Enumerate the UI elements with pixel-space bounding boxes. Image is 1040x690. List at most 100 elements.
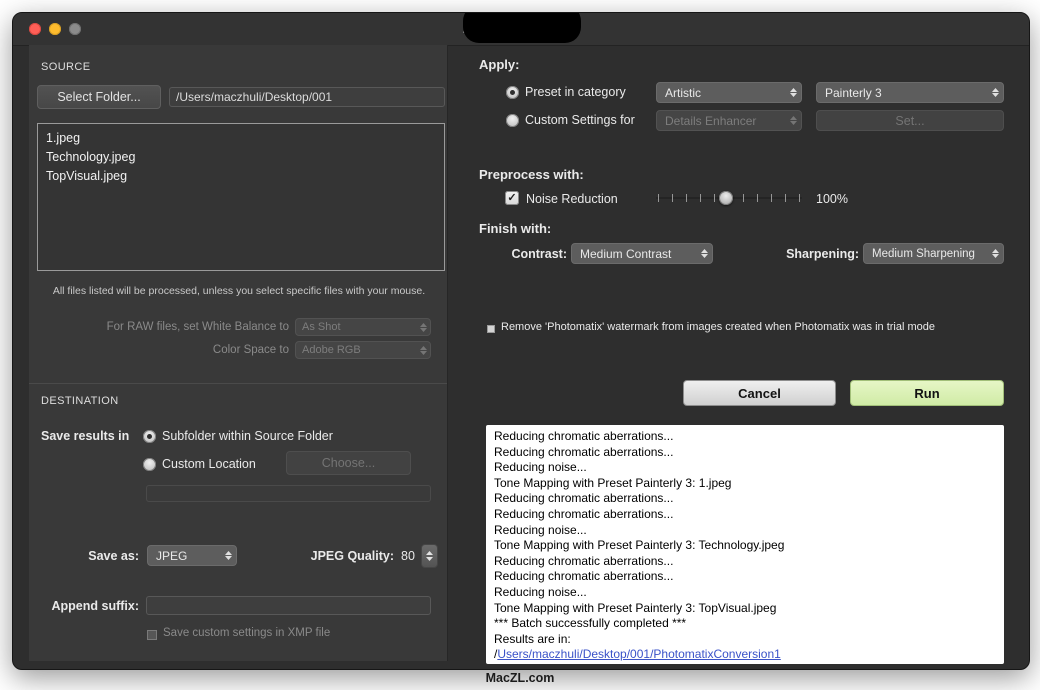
sharpening-value: Medium Sharpening	[872, 248, 975, 260]
noise-reduction-value: 100%	[816, 192, 848, 206]
preprocess-heading: Preprocess with:	[479, 167, 584, 182]
custom-location-radio-label[interactable]: Custom Location	[162, 457, 256, 471]
log-line: Reducing chromatic aberrations...	[494, 569, 996, 585]
jpeg-quality-label: JPEG Quality:	[259, 549, 394, 563]
log-line: Reducing chromatic aberrations...	[494, 429, 996, 445]
raw-white-balance-value: As Shot	[302, 321, 341, 333]
log-output[interactable]: Reducing chromatic aberrations...Reducin…	[486, 425, 1004, 664]
sharpening-select[interactable]: Medium Sharpening	[863, 243, 1004, 264]
noise-reduction-label[interactable]: Noise Reduction	[526, 192, 618, 206]
custom-settings-radio[interactable]	[506, 114, 519, 127]
choose-location-button: Choose...	[286, 451, 411, 475]
slider-tick	[658, 194, 659, 202]
preset-name-select[interactable]: Painterly 3	[816, 82, 1004, 103]
log-line: Reducing chromatic aberrations...	[494, 491, 996, 507]
custom-location-radio[interactable]	[143, 458, 156, 471]
log-line: Tone Mapping with Preset Painterly 3: 1.…	[494, 476, 996, 492]
chevron-up-down-icon	[790, 116, 797, 125]
preset-in-category-label[interactable]: Preset in category	[525, 85, 626, 99]
page: Batch Single Photos SOURCE Select Folder…	[0, 0, 1040, 690]
contrast-label: Contrast:	[473, 247, 567, 261]
file-list-item[interactable]: TopVisual.jpeg	[46, 167, 436, 186]
save-as-value: JPEG	[156, 549, 187, 563]
slider-thumb[interactable]	[719, 191, 733, 205]
save-as-select[interactable]: JPEG	[147, 545, 237, 566]
log-line: *** Batch successfully completed ***	[494, 616, 996, 632]
color-space-value: Adobe RGB	[302, 344, 361, 356]
xmp-checkbox	[147, 630, 157, 640]
raw-white-balance-select: As Shot	[295, 318, 431, 336]
slider-tick	[799, 194, 800, 202]
custom-settings-label[interactable]: Custom Settings for	[525, 113, 635, 127]
color-space-label: Color Space to	[37, 344, 289, 356]
xmp-checkbox-label: Save custom settings in XMP file	[163, 627, 330, 639]
preset-name-value: Painterly 3	[825, 86, 882, 100]
slider-tick	[686, 194, 687, 202]
slider-tick	[700, 194, 701, 202]
remove-watermark-checkbox[interactable]	[487, 325, 495, 333]
left-panel: SOURCE Select Folder... /Users/maczhuli/…	[29, 45, 448, 661]
custom-method-value: Details Enhancer	[665, 114, 756, 128]
remove-watermark-label[interactable]: Remove 'Photomatix' watermark from image…	[501, 321, 935, 333]
sharpening-label: Sharpening:	[769, 247, 859, 261]
apply-heading: Apply:	[479, 57, 519, 72]
source-folder-path-field[interactable]: /Users/maczhuli/Desktop/001	[169, 87, 445, 107]
log-line: Tone Mapping with Preset Painterly 3: Te…	[494, 538, 996, 554]
log-line: Reducing chromatic aberrations...	[494, 507, 996, 523]
destination-heading: DESTINATION	[41, 395, 119, 407]
source-heading: SOURCE	[41, 61, 90, 73]
chevron-up-down-icon	[420, 323, 427, 332]
chevron-up-down-icon	[420, 346, 427, 355]
finish-heading: Finish with:	[479, 221, 551, 236]
jpeg-quality-stepper[interactable]	[421, 544, 438, 568]
color-space-select: Adobe RGB	[295, 341, 431, 359]
save-results-label: Save results in	[41, 429, 129, 443]
log-line: Reducing noise...	[494, 460, 996, 476]
noise-reduction-checkbox[interactable]: ✓	[505, 191, 519, 205]
log-line: Tone Mapping with Preset Painterly 3: To…	[494, 601, 996, 617]
preset-category-select[interactable]: Artistic	[656, 82, 802, 103]
log-line: Reducing noise...	[494, 585, 996, 601]
chevron-up-down-icon	[992, 88, 999, 97]
results-folder-link[interactable]: Users/maczhuli/Desktop/001/PhotomatixCon…	[497, 647, 780, 661]
slider-tick	[757, 194, 758, 202]
slider-tick	[785, 194, 786, 202]
custom-method-select: Details Enhancer	[656, 110, 802, 131]
footer-brand: MacZL.com	[0, 671, 1040, 685]
subfolder-radio-label[interactable]: Subfolder within Source Folder	[162, 429, 333, 443]
select-folder-button[interactable]: Select Folder...	[37, 85, 161, 109]
preset-in-category-radio[interactable]	[506, 86, 519, 99]
cancel-button[interactable]: Cancel	[683, 380, 836, 406]
titlebar: Batch Single Photos	[13, 13, 1029, 46]
preset-category-value: Artistic	[665, 86, 701, 100]
file-list-item[interactable]: 1.jpeg	[46, 129, 436, 148]
save-as-label: Save as:	[37, 549, 139, 563]
log-results-line: /Users/maczhuli/Desktop/001/PhotomatixCo…	[494, 647, 996, 663]
noise-reduction-slider[interactable]	[656, 191, 802, 205]
subfolder-radio[interactable]	[143, 430, 156, 443]
slider-tick	[743, 194, 744, 202]
slider-tick	[771, 194, 772, 202]
stepper-down-icon	[426, 557, 433, 561]
contrast-value: Medium Contrast	[580, 247, 671, 261]
app-window: Batch Single Photos SOURCE Select Folder…	[12, 12, 1030, 670]
stepper-up-icon	[426, 551, 433, 555]
file-list[interactable]: 1.jpegTechnology.jpegTopVisual.jpeg	[37, 123, 445, 271]
section-divider	[29, 383, 447, 384]
log-line: Reducing noise...	[494, 523, 996, 539]
append-suffix-field[interactable]	[146, 596, 431, 615]
file-list-item[interactable]: Technology.jpeg	[46, 148, 436, 167]
check-icon: ✓	[507, 193, 516, 204]
chevron-up-down-icon	[992, 249, 999, 258]
log-line: Reducing chromatic aberrations...	[494, 445, 996, 461]
log-lines: Reducing chromatic aberrations...Reducin…	[494, 429, 996, 647]
raw-white-balance-label: For RAW files, set White Balance to	[37, 321, 289, 333]
slider-tick	[714, 194, 715, 202]
append-suffix-label: Append suffix:	[37, 599, 139, 613]
contrast-select[interactable]: Medium Contrast	[571, 243, 713, 264]
jpeg-quality-value[interactable]: 80	[401, 549, 415, 563]
slider-tick	[672, 194, 673, 202]
file-list-note: All files listed will be processed, unle…	[33, 285, 445, 297]
custom-location-path-field	[146, 485, 431, 502]
run-button[interactable]: Run	[850, 380, 1004, 406]
